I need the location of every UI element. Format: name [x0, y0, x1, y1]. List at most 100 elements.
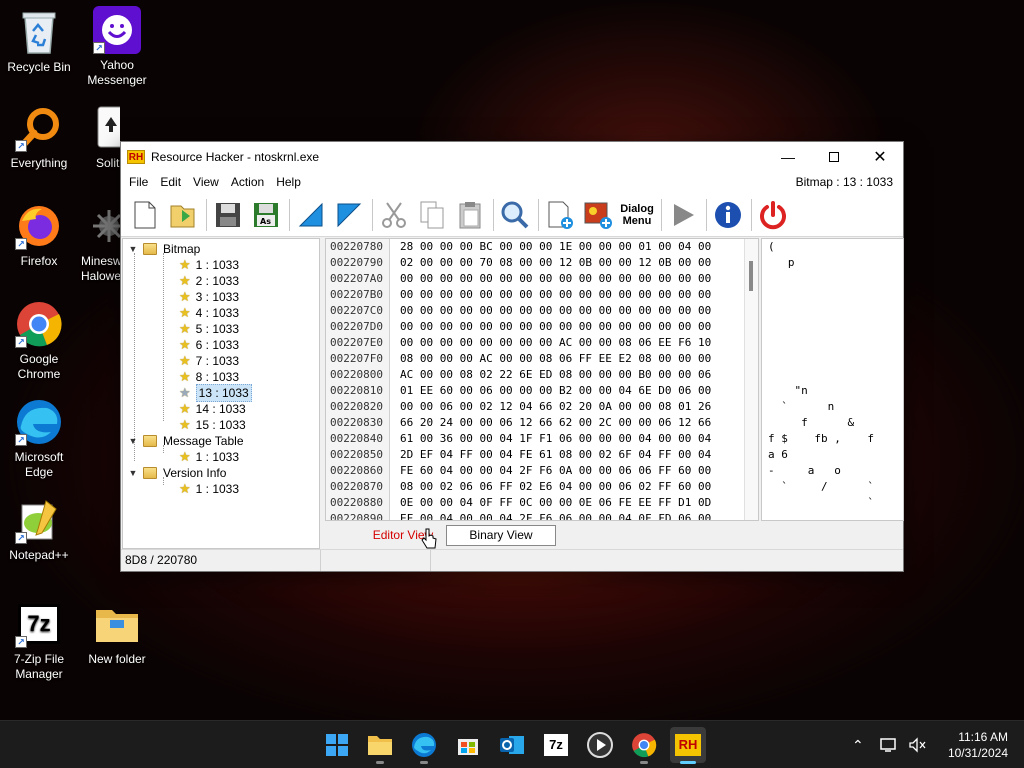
taskbar-clock[interactable]: 11:16 AM 10/31/2024 — [948, 729, 1008, 761]
hex-byte-row[interactable]: 2D EF 04 FF 00 04 FE 61 08 00 02 6F 04 F… — [396, 447, 711, 463]
taskbar-7zip[interactable]: 7z — [538, 727, 574, 763]
hex-byte-row[interactable]: 00 00 00 00 00 00 00 00 00 00 00 00 00 0… — [396, 319, 711, 335]
desktop-icon-firefox[interactable]: ↗ Firefox — [0, 202, 78, 269]
menu-file[interactable]: File — [123, 175, 154, 189]
menu-edit[interactable]: Edit — [154, 175, 187, 189]
close-button[interactable]: ✕ — [857, 142, 903, 171]
hex-byte-row[interactable]: 0E 00 00 04 0F FF 0C 00 00 0E 06 FE EE F… — [396, 495, 711, 511]
save-as-button[interactable]: As — [248, 197, 284, 233]
hex-byte-row[interactable]: 00 00 06 00 02 12 04 66 02 20 0A 00 00 0… — [396, 399, 711, 415]
resource-tree[interactable]: ▼ Bitmap ★ 1 : 1033 ★ 2 : 1033 ★ 3 : 1033 ★… — [122, 238, 320, 549]
tree-item[interactable]: ★ 14 : 1033 — [179, 401, 246, 417]
ascii-row[interactable]: f $ fb , f — [762, 431, 903, 447]
menu-help[interactable]: Help — [270, 175, 307, 189]
ascii-row[interactable]: - a o — [762, 463, 903, 479]
save-button[interactable] — [210, 197, 246, 233]
ascii-row[interactable] — [762, 351, 903, 367]
hex-byte-row[interactable]: 28 00 00 00 BC 00 00 00 1E 00 00 00 01 0… — [396, 239, 711, 255]
network-monitor-icon[interactable] — [879, 737, 898, 753]
hex-byte-row[interactable]: 08 00 02 06 06 FF 02 E6 04 00 00 06 02 F… — [396, 479, 711, 495]
collapse-chevron-icon[interactable]: ▼ — [127, 465, 139, 481]
menu-view[interactable]: View — [187, 175, 225, 189]
hex-byte-row[interactable]: 00 00 00 00 00 00 00 00 00 00 00 00 00 0… — [396, 271, 711, 287]
tree-item[interactable]: ★ 5 : 1033 — [179, 321, 239, 337]
ascii-row[interactable]: a 6 — [762, 447, 903, 463]
collapse-chevron-icon[interactable]: ▼ — [127, 241, 139, 257]
tab-binary-view[interactable]: Binary View — [446, 525, 556, 546]
desktop-icon-minesweeper[interactable]: Minesw Halowe — [78, 202, 120, 284]
ascii-row[interactable] — [762, 271, 903, 287]
title-bar[interactable]: RH Resource Hacker - ntoskrnl.exe — ✕ — [121, 142, 903, 171]
desktop-icon-google-chrome[interactable]: ↗ Google Chrome — [0, 300, 78, 382]
taskbar-resource-hacker[interactable]: RH — [670, 727, 706, 764]
tree-item[interactable]: ★ 1 : 1033 — [179, 257, 239, 273]
tree-item[interactable]: ★ 1 : 1033 — [179, 449, 239, 465]
scroll-thumb[interactable] — [749, 261, 753, 291]
taskbar-edge[interactable] — [406, 727, 442, 764]
hex-byte-row[interactable]: 02 00 00 00 70 08 00 00 12 0B 00 00 12 0… — [396, 255, 711, 271]
tree-group-version-info[interactable]: ▼ Version Info — [127, 465, 227, 481]
ascii-row[interactable]: f & — [762, 415, 903, 431]
menu-action[interactable]: Action — [225, 175, 270, 189]
find-button[interactable] — [497, 197, 533, 233]
ascii-row[interactable]: ` n — [762, 399, 903, 415]
ascii-row[interactable]: p — [762, 255, 903, 271]
tree-item[interactable]: ★ 6 : 1033 — [179, 337, 239, 353]
hex-byte-row[interactable]: 00 00 00 00 00 00 00 00 00 00 00 00 00 0… — [396, 287, 711, 303]
run-script-button[interactable] — [665, 197, 701, 233]
hex-byte-row[interactable]: FE 60 04 00 00 04 2F F6 0A 00 00 06 06 F… — [396, 463, 711, 479]
new-button[interactable] — [127, 197, 163, 233]
hex-byte-row[interactable]: 66 20 24 00 00 06 12 66 62 00 2C 00 00 0… — [396, 415, 711, 431]
taskbar-media-player[interactable] — [582, 727, 618, 763]
collapse-chevron-icon[interactable]: ▼ — [127, 433, 139, 449]
tree-item[interactable]: ★ 1 : 1033 — [179, 481, 239, 497]
exit-button[interactable] — [755, 197, 791, 233]
tree-item[interactable]: ★ 4 : 1033 — [179, 305, 239, 321]
ascii-row[interactable] — [762, 303, 903, 319]
hex-editor[interactable]: 00220780 00220790 002207A0 002207B0 002207C0… — [325, 238, 759, 521]
panel-splitter[interactable] — [320, 238, 324, 549]
ascii-row[interactable] — [762, 511, 903, 520]
taskbar-outlook[interactable] — [494, 727, 530, 763]
cut-button[interactable] — [376, 197, 412, 233]
tree-item-selected[interactable]: ★ 13 : 1033 — [179, 384, 252, 402]
hex-byte-row[interactable]: AC 00 00 08 02 22 6E ED 08 00 00 00 B0 0… — [396, 367, 711, 383]
tree-group-message-table[interactable]: ▼ Message Table — [127, 433, 244, 449]
ascii-row[interactable] — [762, 319, 903, 335]
volume-muted-icon[interactable] — [908, 737, 926, 753]
ascii-row[interactable]: ( — [762, 239, 903, 255]
taskbar-microsoft-store[interactable] — [450, 727, 486, 763]
maximize-button[interactable] — [811, 142, 857, 171]
open-button[interactable] — [165, 197, 201, 233]
about-button[interactable] — [710, 197, 746, 233]
hex-byte-row[interactable]: 01 EE 60 00 06 00 00 00 B2 00 00 04 6E D… — [396, 383, 711, 399]
dialog-menu-button[interactable]: Dialog Menu — [618, 197, 656, 233]
chevron-up-icon[interactable]: ⌃ — [852, 737, 864, 754]
hex-byte-row[interactable]: EF 00 04 00 00 04 2F F6 06 00 00 04 0F F… — [396, 511, 711, 520]
hex-byte-row[interactable]: 00 00 00 00 00 00 00 00 00 00 00 00 00 0… — [396, 303, 711, 319]
hex-byte-row[interactable]: 08 00 00 00 AC 00 00 08 06 FF EE E2 08 0… — [396, 351, 711, 367]
tree-group-bitmap[interactable]: ▼ Bitmap — [127, 241, 201, 257]
tree-item[interactable]: ★ 8 : 1033 — [179, 369, 239, 385]
desktop-icon-microsoft-edge[interactable]: ↗ Microsoft Edge — [0, 398, 78, 480]
desktop-icon-new-folder[interactable]: New folder — [78, 600, 156, 667]
minimize-button[interactable]: — — [765, 142, 811, 171]
copy-button[interactable] — [414, 197, 450, 233]
tree-item[interactable]: ★ 3 : 1033 — [179, 289, 239, 305]
hex-byte-row[interactable]: 00 00 00 00 00 00 00 00 AC 00 00 08 06 E… — [396, 335, 711, 351]
desktop-icon-solitaire[interactable]: Solit — [78, 104, 120, 171]
desktop-icon-yahoo-messenger[interactable]: ↗ Yahoo Messenger — [78, 6, 156, 88]
taskbar-chrome[interactable] — [626, 727, 662, 764]
ascii-view[interactable]: ( p "n ` n f & f $ fb , fa 6- a o ` / ` `… — [761, 238, 904, 521]
ascii-row[interactable]: ` — [762, 495, 903, 511]
start-button[interactable] — [319, 727, 355, 763]
tree-item[interactable]: ★ 2 : 1033 — [179, 273, 239, 289]
hex-bytes-column[interactable]: 28 00 00 00 BC 00 00 00 1E 00 00 00 01 0… — [396, 239, 711, 520]
compile-forward-button[interactable] — [331, 197, 367, 233]
ascii-row[interactable] — [762, 287, 903, 303]
desktop-icon-recycle-bin[interactable]: Recycle Bin — [0, 8, 78, 75]
desktop-icon-notepad-plus-plus[interactable]: ↗ Notepad++ — [0, 496, 78, 563]
hex-byte-row[interactable]: 61 00 36 00 00 04 1F F1 06 00 00 00 04 0… — [396, 431, 711, 447]
ascii-row[interactable] — [762, 367, 903, 383]
ascii-row[interactable]: "n — [762, 383, 903, 399]
